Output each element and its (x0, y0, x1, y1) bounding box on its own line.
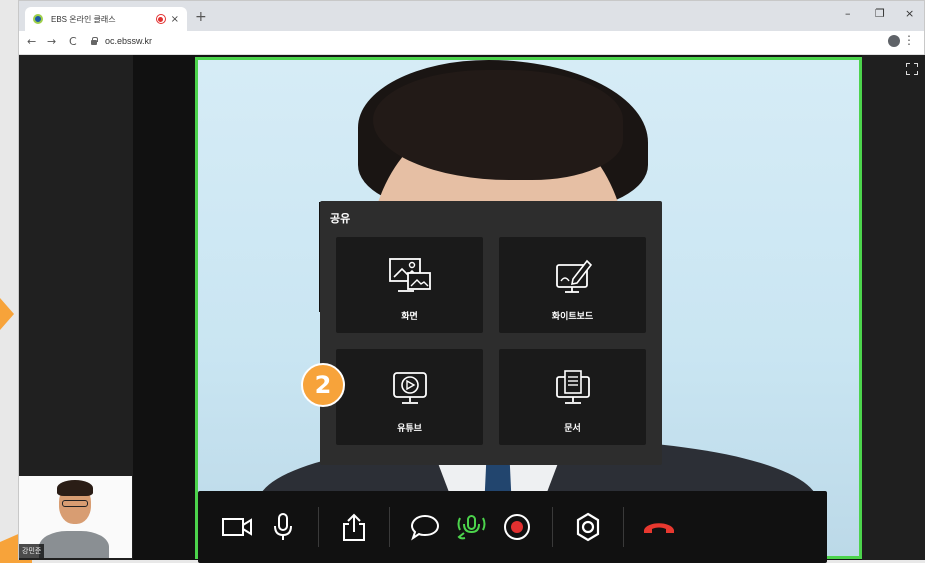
microphone-button[interactable] (260, 502, 306, 552)
hangup-button[interactable] (636, 502, 682, 552)
share-icon (343, 513, 365, 541)
new-tab-button[interactable]: + (195, 9, 207, 25)
slide-background: EBS 온라인 클래스 × + – ❐ × ← → C oc.ebssw.kr … (0, 0, 925, 563)
tab-close-button[interactable]: × (171, 14, 179, 25)
browser-window: EBS 온라인 클래스 × + – ❐ × ← → C oc.ebssw.kr … (18, 0, 925, 560)
share-button[interactable] (331, 502, 377, 552)
dark-gap (133, 55, 195, 560)
share-screen-button[interactable]: 화면 (336, 237, 483, 333)
close-window-button[interactable]: × (905, 7, 914, 20)
speaker-mic-button[interactable] (448, 502, 494, 552)
record-button[interactable] (494, 502, 540, 552)
back-button[interactable]: ← (27, 35, 36, 48)
browser-tab[interactable]: EBS 온라인 클래스 × (25, 7, 187, 31)
fullscreen-icon[interactable] (906, 63, 918, 75)
lock-icon (91, 37, 98, 45)
screen-share-icon (388, 258, 431, 292)
right-strip (862, 55, 925, 560)
share-panel: 공유 화면 화이트보드 유튜브 문서 (320, 201, 662, 465)
orange-pointer-decoration (0, 298, 14, 330)
address-toolbar: ← → C oc.ebssw.kr ⋮ (19, 31, 924, 55)
meeting-area: 강민준 권오 공유 (19, 55, 925, 560)
settings-button[interactable] (565, 502, 611, 552)
settings-icon (576, 512, 600, 542)
participant-thumbnail[interactable]: 강민준 (19, 476, 132, 558)
meeting-control-bar (198, 491, 827, 563)
step-number-badge: 2 (301, 363, 345, 407)
forward-button[interactable]: → (47, 35, 56, 48)
browser-menu-button[interactable]: ⋮ (903, 33, 915, 47)
speaker-mic-icon (457, 515, 486, 540)
restore-button[interactable]: ❐ (875, 7, 885, 20)
participant-shirt (39, 531, 109, 558)
share-panel-title: 공유 (330, 212, 351, 225)
share-youtube-label: 유튜브 (397, 424, 422, 434)
minimize-button[interactable]: – (845, 7, 851, 20)
whiteboard-icon (555, 259, 592, 293)
microphone-icon (274, 513, 292, 540)
thumbnail-name-tag: 강민준 (19, 544, 45, 558)
camera-icon (222, 518, 252, 536)
tab-title: EBS 온라인 클래스 (51, 14, 116, 24)
profile-icon[interactable] (888, 35, 900, 47)
control-separator (552, 507, 553, 547)
share-whiteboard-label: 화이트보드 (551, 312, 594, 322)
address-bar[interactable]: oc.ebssw.kr (105, 36, 152, 46)
share-youtube-button[interactable]: 유튜브 (336, 349, 483, 445)
record-icon (504, 514, 530, 540)
share-document-button[interactable]: 문서 (499, 349, 646, 445)
youtube-icon (392, 372, 427, 404)
control-separator (623, 507, 624, 547)
participant-strip: 강민준 (19, 55, 133, 560)
share-document-label: 문서 (564, 424, 581, 434)
share-screen-label: 화면 (401, 312, 418, 322)
hangup-icon (644, 523, 674, 533)
share-whiteboard-button[interactable]: 화이트보드 (499, 237, 646, 333)
recording-indicator-icon (155, 14, 166, 24)
tab-bar: EBS 온라인 클래스 × + – ❐ × (19, 1, 924, 31)
chat-button[interactable] (402, 502, 448, 552)
reload-button[interactable]: C (69, 35, 77, 48)
participant-glasses (62, 500, 88, 507)
camera-button[interactable] (214, 502, 260, 552)
chat-icon (410, 514, 440, 541)
control-separator (318, 507, 319, 547)
document-icon (555, 370, 590, 404)
participant-hair (57, 480, 93, 496)
control-separator (389, 507, 390, 547)
site-favicon-icon (33, 14, 43, 24)
